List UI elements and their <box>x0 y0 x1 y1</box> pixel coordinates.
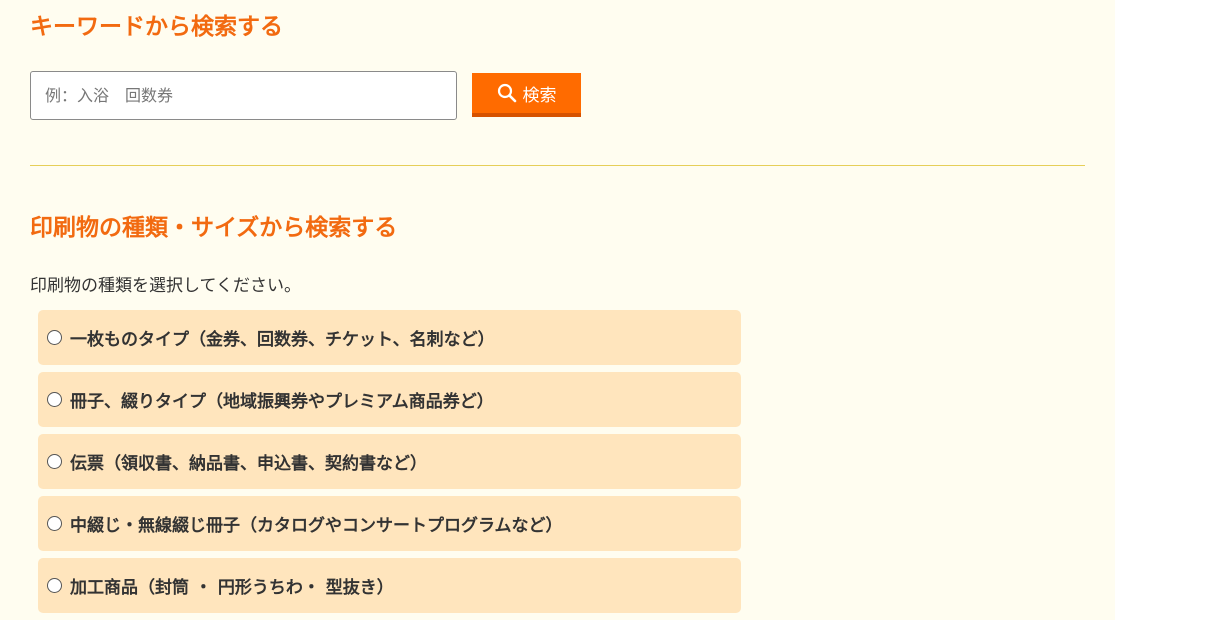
print-type-option-processed-goods[interactable]: 加工商品（封筒 ・ 円形うちわ・ 型抜き） <box>38 558 741 613</box>
type-search-title: 印刷物の種類・サイズから検索する <box>30 215 398 241</box>
print-type-options: 一枚ものタイプ（金券、回数券、チケット、名刺など） 冊子、綴りタイプ（地域振興券… <box>38 310 741 620</box>
search-button-label: 検索 <box>522 85 557 106</box>
option-label: 加工商品（封筒 ・ 円形うちわ・ 型抜き） <box>70 578 394 598</box>
radio-button[interactable] <box>47 454 62 469</box>
search-input[interactable] <box>30 71 457 120</box>
radio-button[interactable] <box>47 392 62 407</box>
radio-button[interactable] <box>47 578 62 593</box>
search-icon <box>497 83 517 103</box>
option-label: 伝票（領収書、納品書、申込書、契約書など） <box>70 454 427 474</box>
print-type-option-single-sheet[interactable]: 一枚ものタイプ（金券、回数券、チケット、名刺など） <box>38 310 741 365</box>
option-label: 一枚ものタイプ（金券、回数券、チケット、名刺など） <box>70 330 495 350</box>
keyword-search-title: キーワードから検索する <box>30 14 283 40</box>
print-type-option-booklet[interactable]: 冊子、綴りタイプ（地域振興券やプレミアム商品券ど） <box>38 372 741 427</box>
radio-button[interactable] <box>47 516 62 531</box>
print-type-option-bound-booklet[interactable]: 中綴じ・無線綴じ冊子（カタログやコンサートプログラムなど） <box>38 496 741 551</box>
section-divider <box>30 165 1085 166</box>
radio-button[interactable] <box>47 330 62 345</box>
search-panel: キーワードから検索する 検索 印刷物の種類・サイズから検索する 印刷物の種類を選… <box>0 0 1115 620</box>
option-label: 冊子、綴りタイプ（地域振興券やプレミアム商品券ど） <box>70 392 494 412</box>
search-button[interactable]: 検索 <box>472 73 581 117</box>
type-instruction: 印刷物の種類を選択してください。 <box>30 276 301 296</box>
print-type-option-slip[interactable]: 伝票（領収書、納品書、申込書、契約書など） <box>38 434 741 489</box>
option-label: 中綴じ・無線綴じ冊子（カタログやコンサートプログラムなど） <box>70 516 563 536</box>
